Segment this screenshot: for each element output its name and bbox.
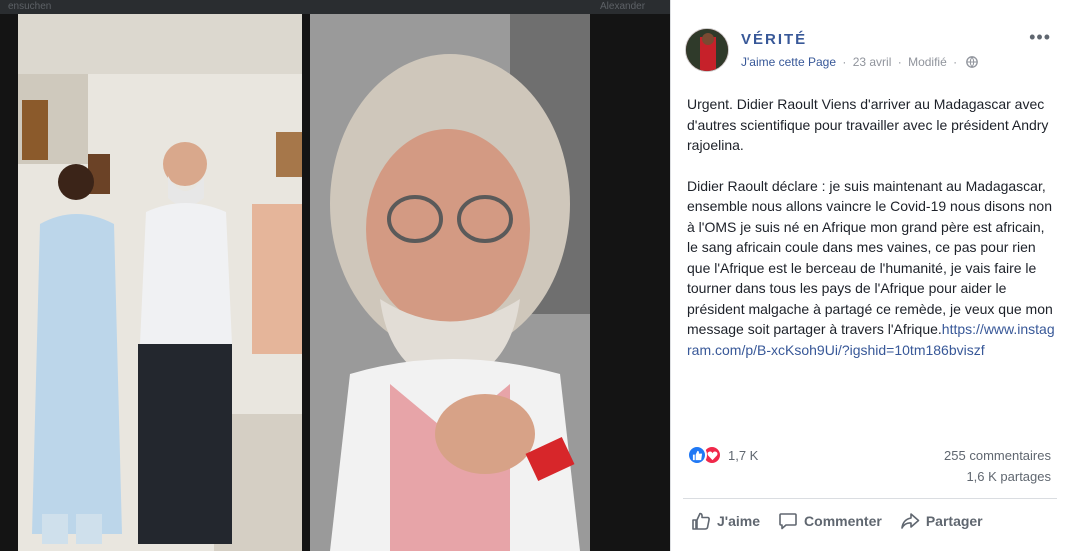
more-options-icon[interactable]: ••• xyxy=(1029,28,1051,46)
like-button[interactable]: J'aime xyxy=(691,511,760,531)
post-stats: 255 commentaires 1,6 K partages xyxy=(944,445,1051,487)
thumbs-up-icon xyxy=(692,512,710,530)
like-reaction-icon xyxy=(687,445,707,465)
reaction-count[interactable]: 1,7 K xyxy=(728,448,758,463)
edited-label[interactable]: Modifié xyxy=(908,55,947,69)
reaction-summary[interactable]: 1,7 K xyxy=(687,444,758,466)
page-name[interactable]: VÉRITÉ xyxy=(741,31,807,48)
separator-dot: · xyxy=(842,55,847,69)
shares-count[interactable]: 1,6 K partages xyxy=(944,466,1051,487)
photo-right-portrait xyxy=(310,14,590,551)
post-panel: VÉRITÉ J'aime cette Page · 23 avril · Mo… xyxy=(670,0,1069,551)
like-button-label: J'aime xyxy=(717,513,761,529)
post-photo[interactable] xyxy=(0,14,670,551)
post-actions: J'aime Commenter Partager xyxy=(691,511,983,531)
top-navigation-strip: ensuchen Alexander xyxy=(0,0,670,14)
top-search-text[interactable]: ensuchen xyxy=(8,0,51,14)
share-button[interactable]: Partager xyxy=(900,511,983,531)
post-header: VÉRITÉ J'aime cette Page · 23 avril · Mo… xyxy=(685,28,1057,76)
globe-icon xyxy=(966,56,979,68)
post-paragraph-2-text: Didier Raoult déclare : je suis maintena… xyxy=(687,177,1053,338)
share-icon xyxy=(901,513,920,529)
post-body: Urgent. Didier Raoult Viens d'arriver au… xyxy=(687,94,1059,380)
post-date[interactable]: 23 avril xyxy=(853,55,892,69)
separator-dot: · xyxy=(897,55,902,69)
share-button-label: Partager xyxy=(925,513,983,529)
post-meta: J'aime cette Page · 23 avril · Modifié · xyxy=(741,55,979,69)
comment-button-label: Commenter xyxy=(804,513,882,529)
post-paragraph-1: Urgent. Didier Raoult Viens d'arriver au… xyxy=(687,96,1049,153)
comment-icon xyxy=(779,513,797,530)
comment-button[interactable]: Commenter xyxy=(778,511,882,531)
photo-left-group xyxy=(18,14,302,551)
actions-divider xyxy=(683,498,1057,499)
comments-count[interactable]: 255 commentaires xyxy=(944,445,1051,466)
post-paragraph-2: Didier Raoult déclare : je suis maintena… xyxy=(687,176,1059,361)
top-user-link[interactable]: Alexander xyxy=(600,0,645,14)
like-page-link[interactable]: J'aime cette Page xyxy=(741,55,836,69)
separator-dot: · xyxy=(953,55,958,69)
page-avatar[interactable] xyxy=(685,28,729,72)
